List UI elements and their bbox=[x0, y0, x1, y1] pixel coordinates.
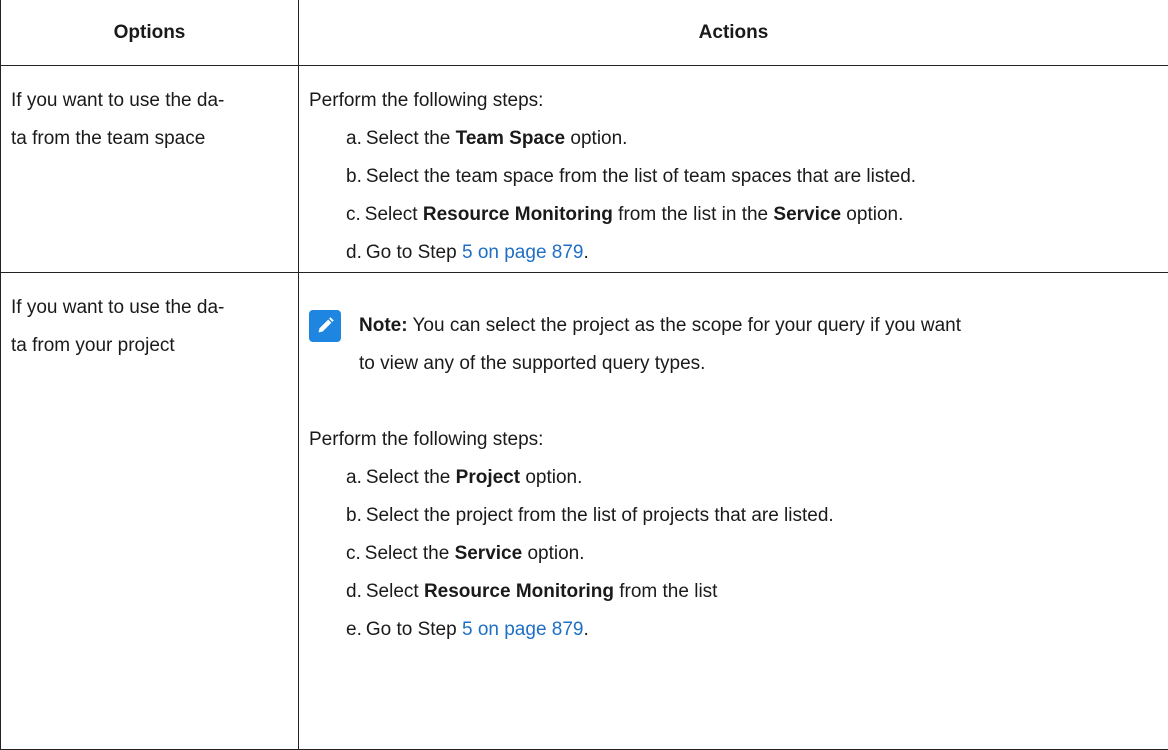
option-text-line: If you want to use the da- bbox=[11, 82, 288, 120]
table-header-row: Options Actions bbox=[1, 0, 1168, 66]
step-marker: d. bbox=[346, 242, 362, 263]
step-text: option. bbox=[565, 128, 627, 149]
step-marker: d. bbox=[346, 581, 362, 602]
step-text: Select bbox=[365, 204, 423, 225]
ui-term: Project bbox=[456, 467, 520, 488]
note-block: Note: You can select the project as the … bbox=[309, 307, 1168, 383]
ui-term: Resource Monitoring bbox=[423, 204, 613, 225]
actions-cell: Perform the following steps: a.Select th… bbox=[299, 66, 1168, 273]
step-marker: b. bbox=[346, 166, 362, 187]
step-marker: a. bbox=[346, 128, 362, 149]
list-item: d.Select Resource Monitoring from the li… bbox=[346, 573, 1168, 611]
note-text-line: to view any of the supported query types… bbox=[359, 345, 1168, 383]
list-item: d.Go to Step 5 on page 879. bbox=[346, 234, 1168, 272]
list-item: c.Select Resource Monitoring from the li… bbox=[346, 196, 1168, 234]
step-link[interactable]: 5 on page 879 bbox=[462, 242, 584, 263]
table-row: If you want to use the da- ta from your … bbox=[1, 273, 1168, 750]
note-text: You can select the project as the scope … bbox=[408, 315, 961, 336]
table-row: If you want to use the da- ta from the t… bbox=[1, 66, 1168, 273]
step-text: Select the bbox=[365, 543, 455, 564]
ui-term: Team Space bbox=[456, 128, 565, 149]
step-text: . bbox=[584, 619, 589, 640]
step-text: Select the bbox=[366, 128, 456, 149]
list-item: a.Select the Team Space option. bbox=[346, 120, 1168, 158]
step-text: option. bbox=[520, 467, 582, 488]
option-cell: If you want to use the da- ta from your … bbox=[1, 273, 299, 750]
note-label: Note: bbox=[359, 315, 408, 336]
option-cell: If you want to use the da- ta from the t… bbox=[1, 66, 299, 273]
step-text: option. bbox=[841, 204, 903, 225]
option-text-line: If you want to use the da- bbox=[11, 289, 288, 327]
header-options: Options bbox=[1, 0, 299, 66]
option-text-line: ta from your project bbox=[11, 327, 288, 365]
list-item: b.Select the team space from the list of… bbox=[346, 158, 1168, 196]
step-marker: c. bbox=[346, 543, 361, 564]
ui-term: Resource Monitoring bbox=[424, 581, 614, 602]
list-item: e.Go to Step 5 on page 879. bbox=[346, 611, 1168, 649]
actions-cell: Note: You can select the project as the … bbox=[299, 273, 1168, 750]
step-text: Select the project from the list of proj… bbox=[366, 505, 834, 526]
step-text: Select the bbox=[366, 467, 456, 488]
options-actions-table: Options Actions If you want to use the d… bbox=[0, 0, 1168, 750]
header-actions: Actions bbox=[299, 0, 1168, 66]
ui-term: Service bbox=[455, 543, 523, 564]
list-item: b.Select the project from the list of pr… bbox=[346, 497, 1168, 535]
step-marker: a. bbox=[346, 467, 362, 488]
step-text: Go to Step bbox=[366, 619, 462, 640]
step-text: option. bbox=[522, 543, 584, 564]
step-text: Select the team space from the list of t… bbox=[366, 166, 916, 187]
step-text: . bbox=[584, 242, 589, 263]
step-text: from the list in the bbox=[613, 204, 774, 225]
ui-term: Service bbox=[773, 204, 841, 225]
steps-intro: Perform the following steps: bbox=[309, 82, 1168, 120]
steps-intro: Perform the following steps: bbox=[309, 421, 1168, 459]
steps-list: a.Select the Project option. b.Select th… bbox=[309, 459, 1168, 649]
option-text-line: ta from the team space bbox=[11, 120, 288, 158]
steps-list: a.Select the Team Space option. b.Select… bbox=[309, 120, 1168, 272]
pencil-note-icon bbox=[309, 310, 341, 342]
note-text-line: Note: You can select the project as the … bbox=[359, 307, 1168, 345]
step-marker: b. bbox=[346, 505, 362, 526]
step-marker: c. bbox=[346, 204, 361, 225]
step-marker: e. bbox=[346, 619, 362, 640]
step-link[interactable]: 5 on page 879 bbox=[462, 619, 584, 640]
step-text: Go to Step bbox=[366, 242, 462, 263]
step-text: Select bbox=[366, 581, 424, 602]
list-item: a.Select the Project option. bbox=[346, 459, 1168, 497]
step-text: from the list bbox=[614, 581, 717, 602]
list-item: c.Select the Service option. bbox=[346, 535, 1168, 573]
